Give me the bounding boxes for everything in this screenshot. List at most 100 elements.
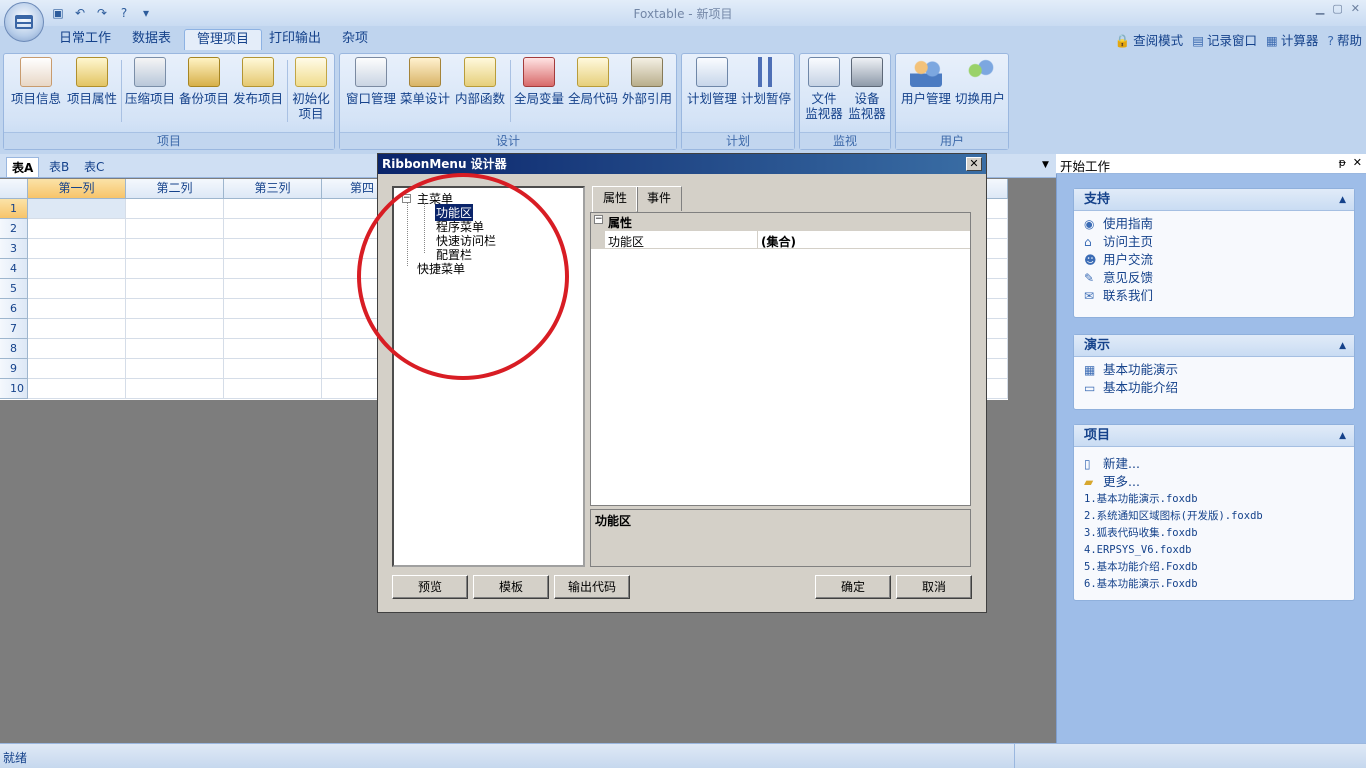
grid-cell[interactable] (126, 339, 224, 359)
support-link[interactable]: ☻ 用户交流 (1074, 251, 1354, 269)
dialog-close-button[interactable]: ✕ (966, 157, 982, 171)
project-properties-button[interactable]: 项目属性 (64, 57, 120, 106)
backup-project-button[interactable]: 备份项目 (177, 57, 231, 106)
switch-user-button[interactable]: 切换用户 (952, 57, 1008, 106)
row-header[interactable]: 4 (0, 259, 28, 279)
grid-cell[interactable] (224, 319, 322, 339)
column-header[interactable]: 第三列 (224, 179, 322, 199)
row-header[interactable]: 7 (0, 319, 28, 339)
external-refs-button[interactable]: 外部引用 (620, 57, 674, 106)
file-monitor-button[interactable]: 文件 监视器 (802, 57, 846, 121)
grid-cell[interactable] (224, 279, 322, 299)
row-header[interactable]: 3 (0, 239, 28, 259)
row-header[interactable]: 2 (0, 219, 28, 239)
app-menu-button[interactable] (4, 2, 44, 42)
grid-cell[interactable] (126, 219, 224, 239)
row-header[interactable]: 5 (0, 279, 28, 299)
publish-project-button[interactable]: 发布项目 (231, 57, 285, 106)
grid-cell[interactable] (224, 199, 322, 219)
grid-cell[interactable] (224, 259, 322, 279)
schedule-pause-button[interactable]: 计划暂停 (738, 57, 794, 106)
global-variables-button[interactable]: 全局变量 (512, 57, 566, 106)
demo-link[interactable]: ▦ 基本功能演示 (1074, 361, 1354, 379)
init-project-button[interactable]: 初始化 项目 (289, 57, 333, 121)
recent-project-link[interactable]: 1.基本功能演示.foxdb (1074, 491, 1354, 508)
grid-cell[interactable] (224, 359, 322, 379)
recent-project-link[interactable]: 3.狐表代码收集.foxdb (1074, 525, 1354, 542)
grid-cell[interactable] (28, 299, 126, 319)
grid-cell[interactable] (28, 219, 126, 239)
row-header[interactable]: 8 (0, 339, 28, 359)
tab-print-output[interactable]: 打印输出 (257, 29, 333, 51)
sheet-dropdown-icon[interactable]: ▼ (1042, 160, 1049, 170)
recent-project-link[interactable]: 2.系统通知区域图标(开发版).foxdb (1074, 508, 1354, 525)
grid-cell[interactable] (126, 299, 224, 319)
grid-cell[interactable] (28, 339, 126, 359)
new-project-link[interactable]: ▯ 新建... (1074, 455, 1354, 473)
schedule-manage-button[interactable]: 计划管理 (684, 57, 740, 106)
pane-close-icon[interactable]: ✕ (1353, 156, 1362, 169)
window-manage-button[interactable]: 窗口管理 (343, 57, 399, 106)
maximize-icon[interactable]: ▢ (1332, 2, 1342, 15)
menu-design-button[interactable]: 菜单设计 (397, 57, 453, 106)
support-link[interactable]: ◉ 使用指南 (1074, 215, 1354, 233)
sheet-tab-b[interactable]: 表B (49, 158, 69, 175)
tab-properties[interactable]: 属性 (592, 186, 639, 212)
grid-cell[interactable] (126, 279, 224, 299)
column-header[interactable]: 第一列 (28, 179, 126, 199)
project-info-button[interactable]: 项目信息 (8, 57, 64, 106)
grid-cell[interactable] (28, 259, 126, 279)
tab-manage-project[interactable]: 管理项目 (184, 29, 263, 51)
grid-cell[interactable] (126, 239, 224, 259)
support-link[interactable]: ✎ 意见反馈 (1074, 269, 1354, 287)
collapse-icon[interactable]: ▲ (1339, 189, 1346, 211)
grid-cell[interactable] (28, 239, 126, 259)
grid-cell[interactable] (28, 319, 126, 339)
menu-tree[interactable]: − 主菜单 功能区 程序菜单 快速访问栏 配置栏 快捷菜单 (392, 186, 585, 567)
grid-cell[interactable] (28, 279, 126, 299)
category-collapse-icon[interactable]: − (594, 215, 603, 224)
grid-cell[interactable] (126, 319, 224, 339)
recent-project-link[interactable]: 5.基本功能介绍.Foxdb (1074, 559, 1354, 576)
grid-cell[interactable] (224, 239, 322, 259)
column-header[interactable]: 第二列 (126, 179, 224, 199)
sheet-tab-a[interactable]: 表A (6, 157, 40, 177)
calculator-link[interactable]: ▦ 计算器 (1266, 30, 1318, 49)
row-header[interactable]: 6 (0, 299, 28, 319)
pin-icon[interactable]: ᵽ (1339, 156, 1346, 169)
template-button[interactable]: 模板 (473, 575, 549, 599)
tab-datatable[interactable]: 数据表 (120, 29, 183, 51)
grid-cell[interactable] (28, 199, 126, 219)
property-value[interactable]: (集合) (761, 233, 796, 250)
tab-daily[interactable]: 日常工作 (47, 29, 123, 51)
user-manage-button[interactable]: 用户管理 (898, 57, 954, 106)
readonly-mode-link[interactable]: 🔒 查阅模式 (1115, 30, 1184, 49)
ok-button[interactable]: 确定 (815, 575, 891, 599)
property-row[interactable]: 功能区 (集合) (591, 231, 970, 249)
compress-project-button[interactable]: 压缩项目 (123, 57, 177, 106)
more-projects-link[interactable]: ▰ 更多... (1074, 473, 1354, 491)
grid-cell[interactable] (126, 259, 224, 279)
property-category[interactable]: − 属性 (591, 213, 970, 231)
recent-project-link[interactable]: 4.ERPSYS_V6.foxdb (1074, 542, 1354, 559)
recent-project-link[interactable]: 6.基本功能演示.Foxdb (1074, 576, 1354, 593)
grid-cell[interactable] (224, 219, 322, 239)
minimize-icon[interactable]: ▁ (1316, 2, 1324, 15)
section-header[interactable]: 演示 ▲ (1074, 335, 1354, 357)
help-link[interactable]: ? 帮助 (1327, 30, 1362, 49)
row-header[interactable]: 10 (0, 379, 28, 399)
grid-cell[interactable] (126, 379, 224, 399)
row-header[interactable]: 1 (0, 199, 28, 219)
grid-cell[interactable] (28, 379, 126, 399)
collapse-icon[interactable]: ▲ (1339, 335, 1346, 357)
section-header[interactable]: 支持 ▲ (1074, 189, 1354, 211)
row-header[interactable]: 9 (0, 359, 28, 379)
support-link[interactable]: ⌂ 访问主页 (1074, 233, 1354, 251)
device-monitor-button[interactable]: 设备 监视器 (844, 57, 890, 121)
grid-cell[interactable] (126, 199, 224, 219)
tab-misc[interactable]: 杂项 (330, 29, 380, 51)
cancel-button[interactable]: 取消 (896, 575, 972, 599)
preview-button[interactable]: 预览 (392, 575, 468, 599)
internal-functions-button[interactable]: 内部函数 (452, 57, 508, 106)
sheet-tab-c[interactable]: 表C (84, 158, 104, 175)
